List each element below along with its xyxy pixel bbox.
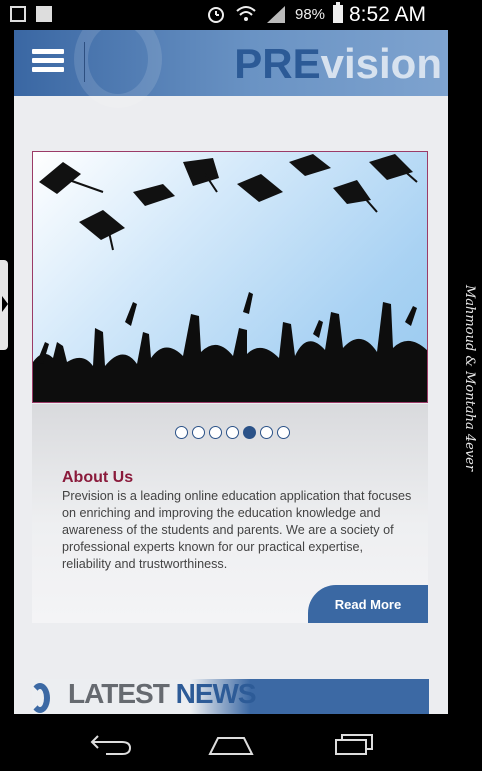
clock: 8:52 AM [348,3,426,26]
slider-dot-2[interactable] [192,426,205,439]
slider-dot-4[interactable] [226,426,239,439]
wifi-icon [236,6,256,21]
slider-dot-6[interactable] [260,426,273,439]
system-icons: 98% [205,2,344,24]
slider-pagination [175,426,290,439]
slider-dot-1[interactable] [175,426,188,439]
menu-button[interactable] [32,49,64,75]
image-icon [10,6,26,22]
back-icon[interactable] [86,726,136,760]
header-divider [84,42,85,82]
latest-label: LATEST [68,678,170,709]
read-more-button[interactable]: Read More [308,585,428,623]
alarm-icon [208,7,224,23]
about-text: Prevision is a leading online education … [62,489,412,571]
header-decoration [74,30,162,108]
about-title: About Us [62,469,134,486]
status-bar: 98% 8:52 AM [0,0,482,30]
brand-pre: PRE [234,40,321,87]
brand-logo: PREvision [234,40,442,88]
news-label: NEWS [175,678,257,709]
home-icon[interactable] [206,726,256,760]
recent-apps-icon[interactable] [330,726,380,760]
watermark-text: Mahmoud & Montaha 4ever [462,285,477,472]
signal-icon [267,6,285,23]
battery-icon [333,2,344,23]
news-ring-icon [30,683,50,713]
navigation-bar [0,714,482,771]
image-slider[interactable] [32,151,428,403]
brand-vision: vision [320,40,442,87]
battery-percent: 98% [295,5,326,23]
notification-icons [10,6,52,22]
app-header: PREvision [14,30,448,108]
side-drawer-handle[interactable] [0,260,8,350]
slider-dot-5[interactable] [243,426,256,439]
graduation-image [33,154,427,402]
slider-dot-3[interactable] [209,426,222,439]
outlook-icon [36,6,52,22]
slider-dot-7[interactable] [277,426,290,439]
latest-news-title[interactable]: LATEST NEWS [68,678,257,710]
